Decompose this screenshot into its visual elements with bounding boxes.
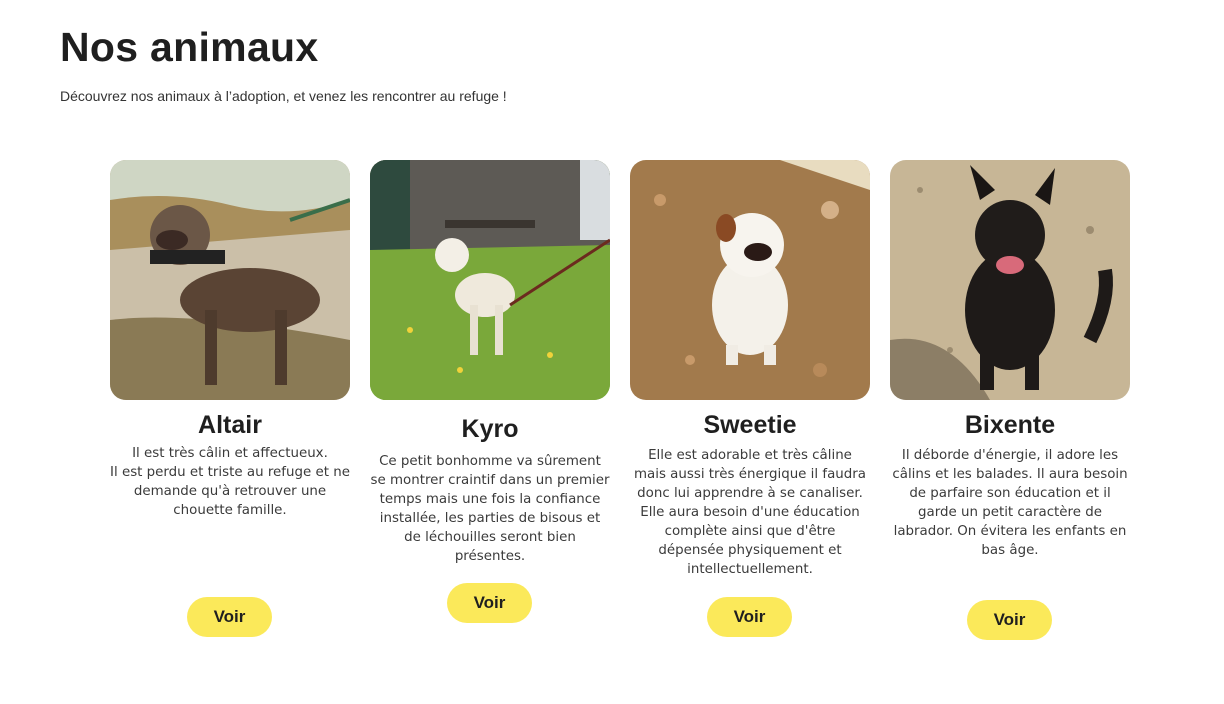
page-subtitle: Découvrez nos animaux à l’adoption, et v…: [60, 88, 507, 104]
animal-name: Kyro: [461, 415, 519, 443]
animal-photo-kyro[interactable]: [370, 160, 610, 400]
animal-photo-bixente[interactable]: [890, 160, 1130, 400]
animal-description: Il est très câlin et affectueux. Il est …: [110, 446, 350, 518]
animal-photo-altair[interactable]: [110, 160, 350, 400]
animal-description: Ce petit bonhomme va sûrement se montrer…: [370, 454, 610, 564]
voir-button-sweetie[interactable]: Voir: [707, 597, 792, 637]
animal-name: Sweetie: [703, 411, 797, 439]
page-title: Nos animaux: [60, 24, 319, 70]
animal-card-sweetie: Sweetie Elle est adorable et très câline…: [630, 160, 870, 637]
voir-button-bixente[interactable]: Voir: [967, 600, 1052, 640]
animal-card-bixente: Bixente Il déborde d'énergie, il adore l…: [890, 160, 1130, 640]
voir-button-kyro[interactable]: Voir: [447, 583, 532, 623]
animal-description: Il déborde d'énergie, il adore les câlin…: [892, 448, 1128, 558]
animal-name: Altair: [198, 411, 262, 439]
animal-name: Bixente: [964, 411, 1056, 439]
animal-card-altair: Altair Il est très câlin et affectueux. …: [110, 160, 350, 637]
animal-description: Elle est adorable et très câline mais au…: [633, 448, 866, 577]
animal-photo-sweetie[interactable]: [630, 160, 870, 400]
voir-button-altair[interactable]: Voir: [187, 597, 272, 637]
animal-card-kyro: Kyro Ce petit bonhomme va sûrement se mo…: [370, 160, 610, 623]
